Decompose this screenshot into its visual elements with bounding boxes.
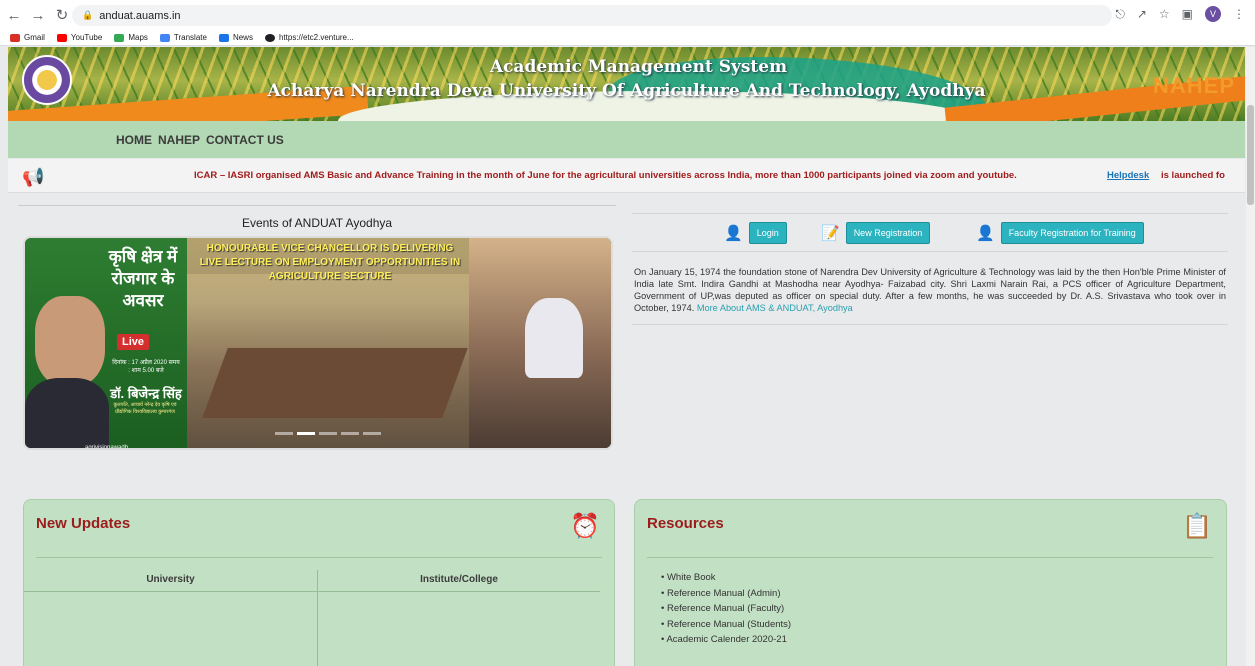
event-caption: HONOURABLE VICE CHANCELLOR IS DELIVERING… bbox=[199, 243, 461, 282]
banner-subtitle: Acharya Narendra Deva University Of Agri… bbox=[267, 81, 986, 101]
faculty-registration-action: 👤 Faculty Registration for Training bbox=[976, 222, 1144, 244]
new-registration-button[interactable]: New Registration bbox=[845, 222, 931, 244]
resource-manual-faculty[interactable]: Reference Manual (Faculty) bbox=[661, 601, 791, 617]
forward-icon[interactable]: → bbox=[28, 7, 48, 24]
login-button[interactable]: Login bbox=[748, 222, 787, 244]
globe-icon bbox=[264, 33, 275, 42]
nav-contact-us[interactable]: CONTACT US bbox=[206, 133, 284, 147]
news-icon bbox=[218, 33, 229, 42]
helpdesk-link[interactable]: Helpdesk bbox=[1107, 170, 1149, 181]
bookmark-etc2[interactable]: https://etc2.venture... bbox=[264, 33, 354, 42]
share-icon[interactable]: ↗ bbox=[1137, 7, 1147, 21]
banner-title: Academic Management System bbox=[489, 57, 788, 77]
form-icon: 📝 bbox=[821, 225, 840, 242]
sidepanel-icon[interactable]: ▣ bbox=[1182, 7, 1193, 21]
url-text: anduat.auams.in bbox=[99, 9, 181, 22]
event-poster: कृषि क्षेत्र में रोजगार के अवसर Live दिन… bbox=[25, 238, 187, 450]
star-icon[interactable]: ☆ bbox=[1159, 7, 1170, 21]
address-bar[interactable]: 🔒 anduat.auams.in bbox=[72, 5, 1112, 26]
bookmark-maps[interactable]: Maps bbox=[114, 33, 148, 42]
poster-social: agrivisionawadh bbox=[85, 445, 129, 450]
resources-panel: Resources 📋 White Book Reference Manual … bbox=[634, 499, 1227, 666]
more-about-link[interactable]: More About AMS & ANDUAT, Ayodhya bbox=[697, 303, 853, 313]
megaphone-icon: 📢 bbox=[22, 167, 45, 187]
carousel-dot-active[interactable] bbox=[297, 432, 315, 435]
university-column-header: University bbox=[24, 570, 317, 592]
carousel-indicators bbox=[275, 432, 381, 435]
maps-icon bbox=[114, 33, 125, 42]
resource-academic-calendar[interactable]: Academic Calender 2020-21 bbox=[661, 632, 791, 648]
resources-list: White Book Reference Manual (Admin) Refe… bbox=[661, 570, 791, 648]
youtube-icon bbox=[56, 33, 67, 42]
ticker-tail: is launched fo bbox=[1161, 170, 1225, 181]
resource-manual-students[interactable]: Reference Manual (Students) bbox=[661, 617, 791, 633]
lock-icon: 🔒 bbox=[82, 10, 94, 20]
carousel-dot[interactable] bbox=[275, 432, 293, 435]
nav-home[interactable]: HOME bbox=[116, 133, 152, 147]
page-scrollbar[interactable] bbox=[1246, 47, 1255, 666]
reload-icon[interactable]: ↻ bbox=[52, 6, 72, 24]
alarm-clock-icon: ⏰ bbox=[570, 513, 600, 540]
bookmark-gmail[interactable]: Gmail bbox=[10, 33, 45, 42]
resource-manual-admin[interactable]: Reference Manual (Admin) bbox=[661, 586, 791, 602]
ticker-text: ICAR – IASRI organised AMS Basic and Adv… bbox=[194, 170, 1017, 181]
nahep-logo: NAHEP bbox=[1152, 73, 1235, 98]
poster-portrait bbox=[35, 296, 105, 386]
poster-designation: कुलपति, आचार्य नरेन्द्र देव कृषि एवं प्र… bbox=[113, 402, 177, 415]
site-banner: Academic Management System Acharya Naren… bbox=[8, 47, 1245, 121]
back-icon[interactable]: ← bbox=[4, 7, 24, 24]
carousel-dot[interactable] bbox=[319, 432, 337, 435]
profile-avatar[interactable]: V bbox=[1205, 6, 1221, 22]
new-updates-panel: New Updates ⏰ University Institute/Colle… bbox=[23, 499, 615, 666]
browser-toolbar: ← → ↻ 🔒 anduat.auams.in ⎋ ↗ ☆ ▣ V ⋮ bbox=[0, 0, 1255, 30]
resources-title: Resources bbox=[647, 515, 724, 532]
key-icon[interactable]: ⎋ bbox=[1115, 7, 1125, 22]
about-text: On January 15, 1974 the foundation stone… bbox=[634, 267, 1226, 313]
carousel-dot[interactable] bbox=[363, 432, 381, 435]
browser-actions: ⎋ ↗ ☆ ▣ V ⋮ bbox=[1115, 6, 1245, 22]
document-edit-icon: 📋 bbox=[1182, 513, 1212, 540]
facebook-live-badge: Live bbox=[117, 334, 150, 350]
bookmark-translate[interactable]: Translate bbox=[159, 33, 207, 42]
events-title: Events of ANDUAT Ayodhya bbox=[241, 216, 393, 230]
user-icon: 👤 bbox=[976, 225, 995, 242]
bookmarks-bar: Gmail YouTube Maps Translate News https:… bbox=[0, 30, 1255, 46]
login-action: 👤 Login bbox=[724, 222, 787, 244]
poster-name: डॉ. बिजेन्द्र सिंह bbox=[110, 386, 182, 401]
news-ticker: 📢 ICAR – IASRI organised AMS Basic and A… bbox=[8, 159, 1245, 193]
nav-nahep[interactable]: NAHEP bbox=[158, 133, 200, 147]
poster-heading: कृषि क्षेत्र में रोजगार के अवसर bbox=[108, 247, 178, 310]
gmail-icon bbox=[10, 33, 20, 42]
registration-action: 📝 New Registration bbox=[821, 222, 931, 244]
bookmark-youtube[interactable]: YouTube bbox=[56, 33, 102, 42]
carousel-dot[interactable] bbox=[341, 432, 359, 435]
action-buttons: 👤 Login 📝 New Registration 👤 Faculty Reg… bbox=[632, 222, 1228, 246]
events-carousel[interactable]: कृषि क्षेत्र में रोजगार के अवसर Live दिन… bbox=[23, 236, 613, 450]
bookmark-news[interactable]: News bbox=[218, 33, 253, 42]
poster-date: दिनांक : 17 अप्रैल 2020 समय : शाम 5.00 ब… bbox=[112, 360, 180, 374]
resource-white-book[interactable]: White Book bbox=[661, 570, 791, 586]
menu-icon[interactable]: ⋮ bbox=[1233, 7, 1245, 21]
new-updates-title: New Updates bbox=[36, 515, 131, 532]
institute-column-header: Institute/College bbox=[318, 570, 600, 592]
user-icon: 👤 bbox=[724, 225, 743, 242]
scrollbar-thumb[interactable] bbox=[1247, 105, 1254, 205]
faculty-registration-button[interactable]: Faculty Registration for Training bbox=[1000, 222, 1144, 244]
translate-icon bbox=[159, 33, 170, 42]
main-nav: HOME NAHEP CONTACT US bbox=[8, 121, 1245, 158]
